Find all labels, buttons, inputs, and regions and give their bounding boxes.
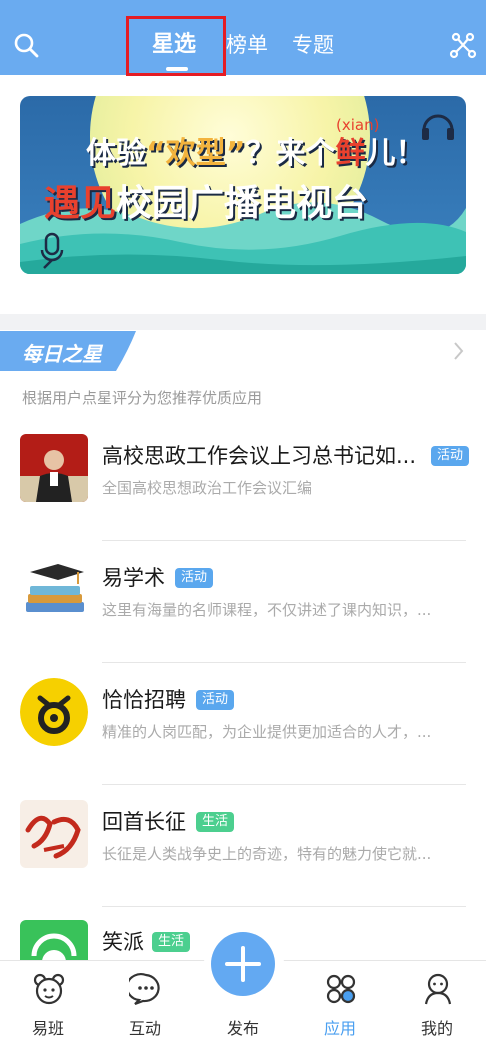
campus-radio-banner[interactable]: 体验“欢型”？来个鲜儿！ (xian) 遇见校园广播电视台: [20, 96, 466, 274]
banner-headline-1: 体验“欢型”？来个鲜儿！: [86, 128, 425, 172]
apps-grid-icon: [326, 974, 356, 1004]
person-icon: [424, 973, 452, 1005]
banner-text-1e: 儿！: [365, 136, 426, 171]
app-title: 易学术: [102, 566, 165, 590]
microphone-icon: [40, 232, 64, 269]
banner-text-1c: ？来个: [245, 136, 336, 171]
tab-label: 我的: [420, 1019, 453, 1038]
activity-badge: 活动: [175, 568, 214, 588]
tab-label: 互动: [128, 1019, 161, 1038]
app-thumbnail: [20, 800, 88, 868]
banner-text-2a: 遇见: [44, 183, 117, 224]
app-description: 全国高校思想政治工作会议汇编: [102, 479, 313, 497]
list-item[interactable]: 回首长征 生活 长征是人类战争史上的奇迹，特有的魅力使它就...: [0, 786, 486, 907]
list-item[interactable]: 易学术 活动 这里有海量的名师课程，不仅讲述了课内知识，...: [0, 542, 486, 663]
tab-apps[interactable]: 应用: [300, 960, 380, 1039]
app-description: 精准的人岗匹配，为企业提供更加适合的人才，...: [102, 723, 432, 741]
daily-star-subtitle: 根据用户点星评分为您推荐优质应用: [22, 389, 263, 407]
row-divider: [102, 784, 466, 785]
list-item[interactable]: 高校思政工作会议上习总书记如... 活动 全国高校思想政治工作会议汇编: [0, 420, 486, 541]
app-title: 高校思政工作会议上习总书记如...: [102, 444, 417, 468]
list-item[interactable]: 恰恰招聘 活动 精准的人岗匹配，为企业提供更加适合的人才，...: [0, 664, 486, 785]
bear-icon: [33, 973, 65, 1005]
app-title: 回首长征: [102, 810, 186, 834]
activity-badge: 活动: [196, 690, 235, 710]
banner-pinyin: (xian): [336, 116, 380, 134]
tab-publish[interactable]: 发布: [203, 960, 283, 1039]
app-description: 长征是人类战争史上的奇迹，特有的魅力使它就...: [102, 845, 432, 863]
banner-text-1a: 体验: [86, 136, 146, 171]
tab-mine[interactable]: 我的: [397, 960, 477, 1039]
row-divider: [102, 540, 466, 541]
app-thumbnail: [20, 556, 88, 624]
chat-bubble-icon: [129, 973, 160, 1006]
activity-badge: 活动: [431, 446, 470, 466]
section-divider: [0, 314, 486, 330]
app-title: 笑派: [102, 930, 144, 954]
tab-label: 应用: [323, 1019, 356, 1038]
lifestyle-badge: 生活: [196, 812, 235, 832]
chevron-right-icon[interactable]: [452, 340, 466, 362]
tab-yiban[interactable]: 易班: [8, 960, 88, 1039]
search-icon[interactable]: [10, 28, 44, 62]
banner-text-1b: “欢型”: [146, 136, 246, 171]
app-description: 这里有海量的名师课程，不仅讲述了课内知识，...: [102, 601, 432, 619]
share-nodes-icon[interactable]: [446, 28, 480, 62]
banner-text-2b: 校园广播电视台: [116, 183, 369, 224]
banner-headline-2: 遇见校园广播电视台: [44, 174, 368, 226]
tab-ranking[interactable]: 榜单: [226, 30, 268, 60]
tab-topics[interactable]: 专题: [292, 30, 334, 60]
tab-interact[interactable]: 互动: [105, 960, 185, 1039]
daily-star-label: 每日之星: [22, 342, 102, 366]
app-title: 恰恰招聘: [102, 688, 186, 712]
app-thumbnail: [20, 434, 88, 502]
row-divider: [102, 662, 466, 663]
tab-label: 易班: [31, 1019, 64, 1038]
lifestyle-badge: 生活: [152, 932, 191, 952]
app-thumbnail: [20, 678, 88, 746]
banner-text-1d: 鲜: [335, 136, 366, 171]
headphones-icon: [422, 114, 454, 140]
tab-label: 发布: [226, 1019, 259, 1038]
tab-highlight-box: [126, 16, 226, 76]
